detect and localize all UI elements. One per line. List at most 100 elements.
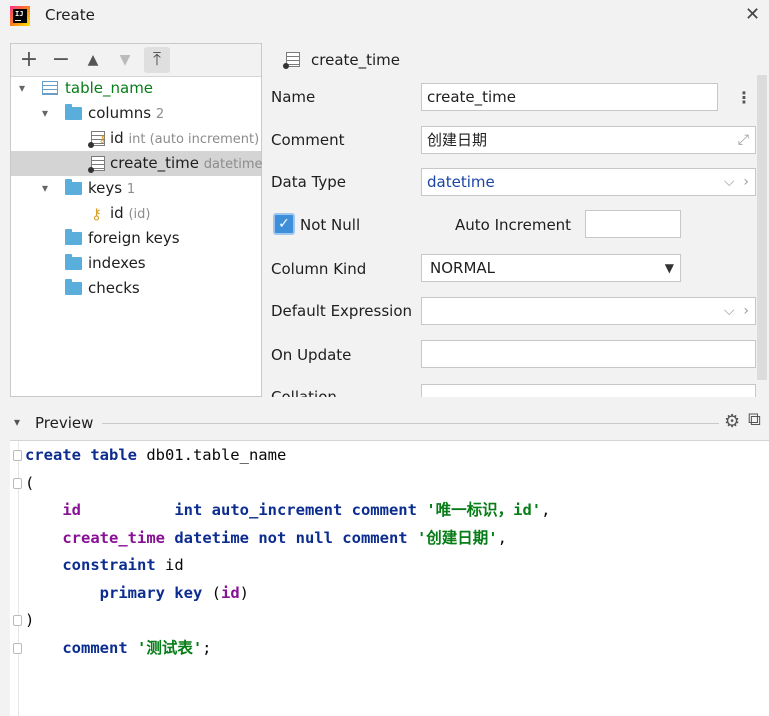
data-type-value: datetime: [427, 173, 495, 191]
expand-icon[interactable]: ⤢: [738, 127, 749, 153]
auto-increment-label: Auto Increment: [455, 216, 572, 234]
sql-keyword: constraint: [62, 556, 156, 574]
name-input[interactable]: create_time: [421, 83, 718, 111]
chevron-down-and-right-icon[interactable]: ⌵ ›: [724, 298, 749, 324]
code-line-7: ): [25, 608, 34, 632]
sql-preview-editor[interactable]: create table db01.table_name ( id int au…: [10, 440, 769, 716]
sql-text: ,: [541, 501, 551, 519]
auto-increment-input[interactable]: [585, 210, 681, 238]
sql-text: id: [155, 556, 184, 574]
code-line-3: id int auto_increment comment '唯一标识，id',: [25, 498, 550, 522]
code-line-2: (: [25, 471, 34, 495]
intellij-app-icon: IJ: [10, 6, 30, 26]
sql-keyword: create table: [25, 446, 137, 464]
sql-text: db01.table_name: [136, 446, 287, 464]
title-bar: IJ Create ✕: [0, 0, 769, 34]
sql-string: '创建日期': [416, 529, 498, 547]
tree-toolbar: + − ▲ ▼ ⤒: [11, 44, 261, 77]
fold-marker-icon[interactable]: [13, 643, 22, 654]
sql-string: '测试表': [137, 639, 203, 657]
foreign-keys-label: foreign keys: [88, 229, 180, 247]
on-update-input[interactable]: [421, 340, 756, 368]
move-up-icon[interactable]: ▲: [80, 47, 106, 73]
code-line-4: create_time datetime not null comment '创…: [25, 526, 507, 550]
code-line-5: constraint id: [25, 553, 184, 577]
sql-string: '唯一标识，id': [426, 501, 542, 519]
key-id-hint: (id): [128, 207, 151, 222]
chevron-down-icon[interactable]: ▾: [14, 415, 20, 429]
properties-header-label: create_time: [311, 51, 401, 69]
chevron-down-icon[interactable]: ▾: [42, 182, 54, 194]
sql-keyword: comment: [62, 639, 128, 657]
folder-icon: [65, 254, 82, 270]
chevron-down-icon[interactable]: ▾: [42, 107, 54, 119]
not-null-label: Not Null: [300, 216, 361, 234]
columns-label: columns: [88, 104, 152, 122]
sql-identifier: id: [62, 501, 81, 519]
more-options-icon[interactable]: ⋮: [736, 88, 752, 107]
table-name-label: table_name: [65, 79, 154, 97]
open-in-new-window-icon[interactable]: ⧉: [748, 409, 761, 430]
fold-marker-icon[interactable]: [13, 478, 22, 489]
window-title: Create: [45, 6, 95, 24]
column-kind-value: NORMAL: [430, 259, 496, 277]
folder-icon: [65, 179, 82, 195]
tree-node-table[interactable]: ▾ table_name: [11, 76, 261, 101]
primary-key-column-icon: ⚷: [88, 131, 106, 148]
sql-text: ): [239, 584, 249, 602]
code-line-8: comment '测试表';: [25, 636, 212, 660]
default-expression-label: Default Expression: [271, 302, 412, 320]
column-kind-label: Column Kind: [271, 260, 367, 278]
sql-identifier: create_time: [62, 529, 165, 547]
gear-icon[interactable]: ⚙: [724, 411, 740, 432]
dropdown-arrow-icon: ▼: [664, 261, 674, 275]
move-down-icon[interactable]: ▼: [112, 47, 138, 73]
column-id-name: id: [110, 129, 124, 147]
sql-identifier: id: [220, 584, 240, 602]
chevron-down-icon[interactable]: ▾: [19, 82, 31, 94]
column-properties-form: Name create_time ⋮ Comment 创建日期 ⤢ Data T…: [270, 75, 757, 397]
tree-node-column-create-time[interactable]: create_time datetime: [11, 151, 262, 176]
column-icon: [283, 52, 300, 69]
tree-node-key-id[interactable]: ⚷ id (id): [11, 201, 261, 226]
sql-keyword: int auto_increment comment: [174, 501, 417, 519]
key-id-name: id: [110, 204, 124, 222]
code-line-6: primary key (id): [25, 581, 249, 605]
sql-text: ): [25, 611, 35, 629]
pin-to-top-icon[interactable]: ⤒: [144, 47, 170, 73]
code-line-1: create table db01.table_name: [25, 443, 286, 467]
column-create-time-name: create_time: [110, 154, 200, 172]
fold-marker-icon[interactable]: [13, 615, 22, 626]
properties-header: create_time: [272, 46, 757, 74]
tree-node-column-id[interactable]: ⚷ id int (auto increment): [11, 126, 261, 151]
tree-node-columns[interactable]: ▾ columns 2: [11, 101, 261, 126]
chevron-down-and-right-icon[interactable]: ⌵ ›: [724, 169, 749, 195]
properties-scrollbar[interactable]: [757, 75, 767, 380]
remove-icon[interactable]: −: [48, 47, 74, 73]
add-icon[interactable]: +: [16, 47, 42, 73]
collation-combobox[interactable]: [421, 384, 756, 397]
folder-icon: [65, 229, 82, 245]
column-kind-select[interactable]: NORMAL ▼: [421, 254, 681, 282]
sql-text: ;: [202, 639, 212, 657]
name-label: Name: [271, 88, 316, 106]
schema-tree-panel: + − ▲ ▼ ⤒ ▾ table_name ▾ columns 2 ⚷ id …: [10, 43, 262, 397]
not-null-checkbox[interactable]: ✓: [273, 213, 295, 235]
comment-input[interactable]: 创建日期 ⤢: [421, 126, 756, 154]
tree-node-indexes[interactable]: indexes: [11, 251, 261, 276]
tree-node-checks[interactable]: checks: [11, 276, 261, 301]
column-id-type: int (auto increment): [128, 132, 260, 147]
close-icon[interactable]: ✕: [745, 4, 763, 26]
fold-marker-icon[interactable]: [13, 450, 22, 461]
name-input-value: create_time: [427, 88, 517, 106]
default-expression-combobox[interactable]: ⌵ ›: [421, 297, 756, 325]
checks-label: checks: [88, 279, 140, 297]
sql-keyword: primary key: [99, 584, 203, 602]
tree-node-foreign-keys[interactable]: foreign keys: [11, 226, 261, 251]
preview-label[interactable]: Preview: [35, 414, 93, 432]
divider: [102, 423, 719, 424]
preview-section-header: ▾ Preview ⚙ ⧉: [0, 407, 769, 439]
tree-node-keys[interactable]: ▾ keys 1: [11, 176, 261, 201]
keys-count: 1: [126, 182, 136, 197]
data-type-combobox[interactable]: datetime ⌵ ›: [421, 168, 756, 196]
